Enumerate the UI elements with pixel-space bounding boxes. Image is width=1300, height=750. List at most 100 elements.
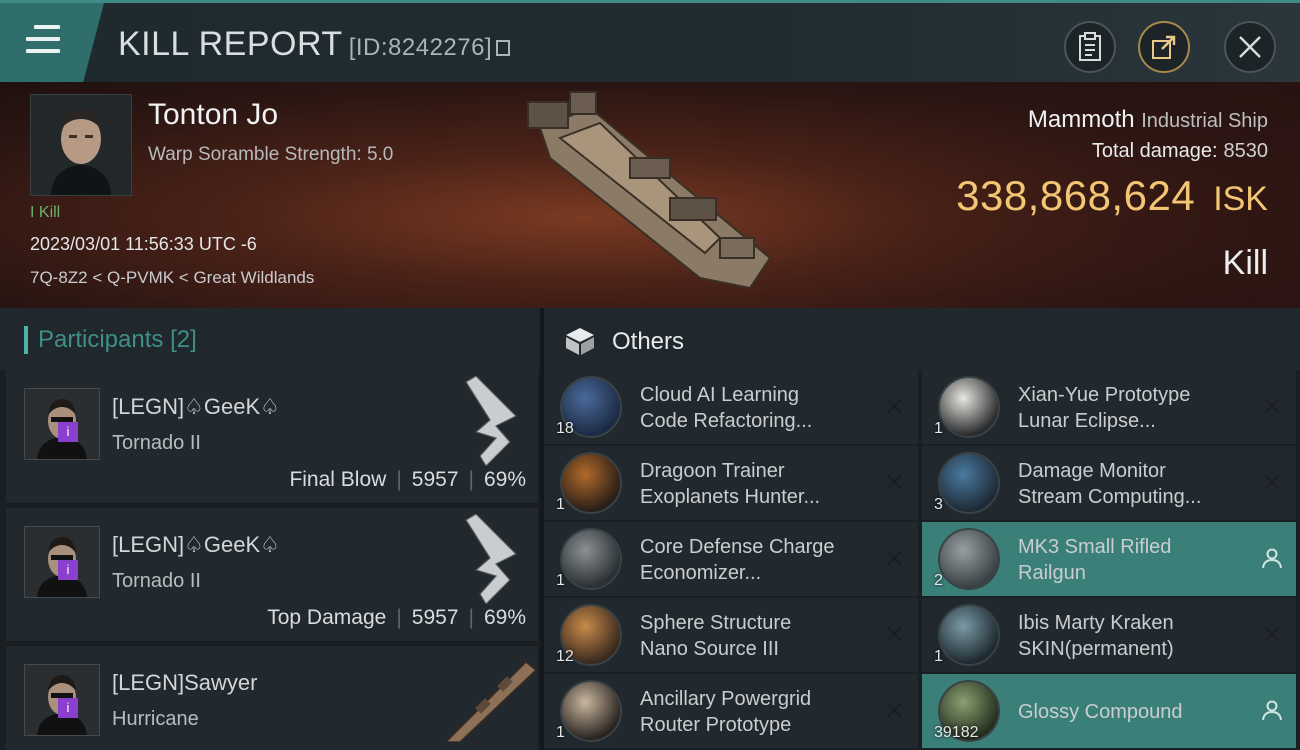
share-button[interactable] [1138,21,1190,73]
item-name: MK3 Small Rifled Railgun [1018,536,1172,584]
item-name: Xian-Yue Prototype Lunar Eclipse... [1018,384,1191,432]
person-icon[interactable] [1260,698,1284,722]
loot-item[interactable]: 1 Xian-Yue Prototype Lunar Eclipse... [922,370,1296,444]
close-icon[interactable] [882,470,906,494]
item-name: Sphere Structure Nano Source III [640,612,792,660]
divider: | [468,606,474,629]
close-icon[interactable] [1260,394,1284,418]
item-name: Glossy Compound [1018,701,1183,723]
participant-ship: Tornado II [112,432,201,454]
loot-item[interactable]: 1 Dragoon Trainer Exoplanets Hunter... [544,446,918,520]
loot-item[interactable]: 1 Ancillary Powergrid Router Prototype [544,674,918,748]
loot-item[interactable]: 3 Damage Monitor Stream Computing... [922,446,1296,520]
info-badge-icon[interactable]: i [58,422,78,442]
item-name: Ibis Marty Kraken SKIN(permanent) [1018,612,1174,660]
menu-button[interactable] [0,3,104,82]
clipboard-button[interactable] [1064,21,1116,73]
others-panel: Others 18 Cloud AI Learning Code Refactor… [544,308,1300,750]
item-thumbnail [938,376,1000,438]
item-thumbnail [938,604,1000,666]
close-icon[interactable] [1260,470,1284,494]
participant-stats: Top Damage | 5957 | 69% [267,606,526,630]
kill-location[interactable]: 7Q-8Z2 < Q-PVMK < Great Wildlands [30,268,314,288]
participant-stats: Final Blow | 5957 | 69% [289,468,526,492]
victim-name[interactable]: Tonton Jo [148,98,278,132]
item-quantity: 18 [556,420,574,437]
item-thumbnail [560,680,622,742]
participants-header: Participants [2] [0,308,540,370]
clipboard-icon [1079,32,1101,61]
victim-ship-name: Mammoth [1027,106,1135,133]
copy-icon[interactable] [496,40,511,56]
section-marker [24,326,28,354]
total-damage-value: 8530 [1223,140,1269,162]
item-quantity: 1 [556,572,565,589]
close-icon[interactable] [882,698,906,722]
item-thumbnail [938,528,1000,590]
close-button[interactable] [1224,21,1276,73]
total-damage-label: Total damage: [1091,140,1218,162]
participants-panel: Participants [2] i [LEGN]♤GeeK♤ Tornado II… [0,308,540,750]
loot-item[interactable]: 1 Ibis Marty Kraken SKIN(permanent) [922,598,1296,672]
cube-icon [566,328,594,355]
participant-damage: 5957 [411,606,459,629]
kill-tag: I Kill [30,204,61,221]
divider: | [396,606,402,629]
close-icon[interactable] [1260,622,1284,646]
participant-name[interactable]: [LEGN]Sawyer [112,670,258,696]
item-thumbnail [560,452,622,514]
item-quantity: 1 [934,648,943,665]
participant-card[interactable]: i [LEGN]♤GeeK♤ Tornado II Final Blow | 5957 | 6… [6,370,538,504]
loot-item[interactable]: 12 Sphere Structure Nano Source III [544,598,918,672]
warp-scramble-strength: Warp Soramble Strength: 5.0 [148,144,394,165]
others-title: Others [612,328,685,355]
victim-ship-image [527,91,772,290]
item-quantity: 1 [556,496,565,513]
participant-card[interactable]: i [LEGN]Sawyer Hurricane [6,646,538,750]
divider: | [468,468,474,491]
item-thumbnail [938,452,1000,514]
person-icon[interactable] [1260,546,1284,570]
victim-ship-class: Industrial Ship [1141,110,1268,132]
participant-role: Final Blow [289,468,387,491]
loot-item[interactable]: 18 Cloud AI Learning Code Refactoring... [544,370,918,444]
hamburger-icon [26,25,60,53]
participants-count: [2] [170,326,197,353]
isk-amount: 338,868,624 [956,172,1196,219]
close-icon[interactable] [882,622,906,646]
item-quantity: 1 [934,420,943,437]
share-icon [1152,35,1176,59]
participant-ship-image [465,514,518,604]
kill-datetime: 2023/03/01 11:56:33 UTC -6 [30,234,257,254]
isk-value: 338,868,624 ISK [956,172,1268,220]
loot-item[interactable]: 1 Core Defense Charge Economizer... [544,522,918,596]
item-thumbnail [560,528,622,590]
close-icon[interactable] [882,546,906,570]
info-badge-icon[interactable]: i [58,698,78,718]
victim-portrait[interactable] [30,94,132,196]
victim-ship[interactable]: Mammoth Industrial Ship [1028,106,1268,134]
participant-damage-pct: 69% [483,606,526,629]
isk-unit: ISK [1213,180,1268,218]
item-name: Cloud AI Learning Code Refactoring... [640,384,813,432]
loot-item[interactable]: 2 MK3 Small Rifled Railgun [922,522,1296,596]
item-name: Core Defense Charge Economizer... [640,536,835,584]
divider: | [396,468,402,491]
item-quantity: 3 [934,496,943,513]
item-name: Dragoon Trainer Exoplanets Hunter... [640,460,821,508]
others-header: Others [544,308,1300,370]
close-icon[interactable] [882,394,906,418]
participants-title: Participants [2] [38,326,197,354]
participant-card[interactable]: i [LEGN]♤GeeK♤ Tornado II Top Damage | 5957 | 6… [6,508,538,642]
item-quantity: 2 [934,572,943,589]
item-quantity: 12 [556,648,574,665]
participant-damage: 5957 [411,468,459,491]
item-name: Ancillary Powergrid Router Prototype [640,688,812,736]
participant-name[interactable]: [LEGN]♤GeeK♤ [112,532,280,558]
pilot-avatar-icon [31,95,131,195]
page-title-text: KILL REPORT [118,25,343,63]
item-quantity: 1 [556,724,565,741]
info-badge-icon[interactable]: i [58,560,78,580]
participant-name[interactable]: [LEGN]♤GeeK♤ [112,394,280,420]
loot-item[interactable]: 39182 Glossy Compound [922,674,1296,748]
